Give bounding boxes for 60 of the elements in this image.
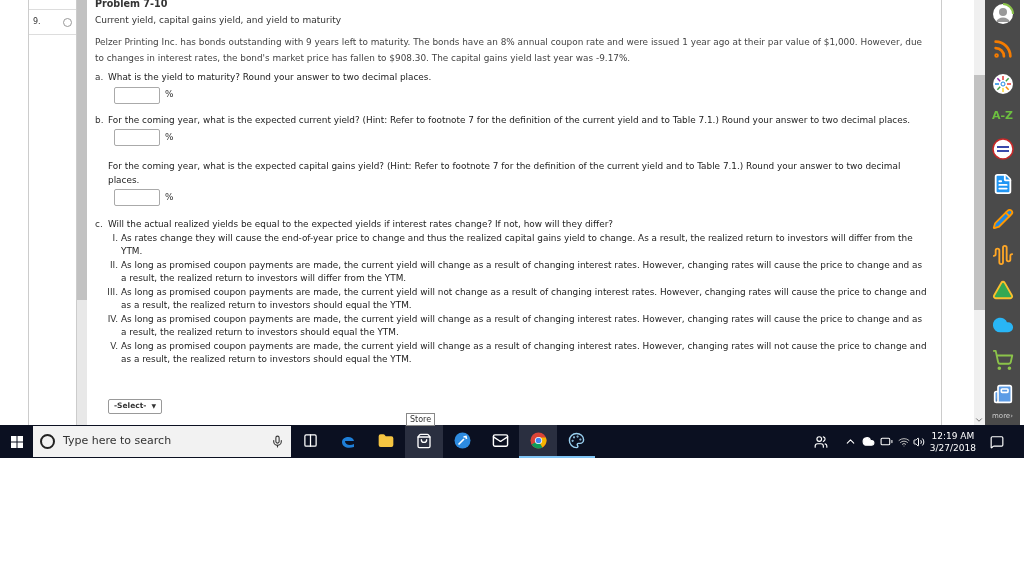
shopping-bag-icon — [416, 432, 432, 449]
option-numeral: V. — [109, 339, 119, 353]
battery-icon[interactable] — [879, 435, 893, 448]
taskbar-app[interactable] — [519, 425, 557, 458]
rss-icon — [991, 38, 1014, 61]
unit-label: % — [165, 88, 174, 102]
pinwheel-icon — [991, 73, 1014, 96]
part-label: b. — [95, 113, 105, 127]
answer-field[interactable] — [114, 86, 160, 104]
answer-field[interactable] — [114, 129, 160, 146]
unit-label: % — [165, 190, 174, 204]
problem-title: Problem 7-10 — [95, 0, 169, 11]
question-number: 9. — [33, 16, 41, 28]
wrench-circle-icon — [453, 432, 471, 449]
part-label: a. — [95, 71, 105, 84]
option-text: As long as promised coupon payments are made, the current yield will change as a result of changing interest rates. However, changing rates will not cause the price to change and as a result, the realized return to investors should equal the YTM. — [121, 339, 928, 366]
option-text: As long as promised coupon payments are made, the current yield will not change as a result of changing interest rates. However, changing rates will cause the price to change and as a result, the realized return to investors should equal the YTM. — [121, 285, 928, 312]
wave-icon — [991, 243, 1014, 266]
triangle-icon — [991, 278, 1014, 301]
radio-button[interactable] — [63, 17, 72, 27]
option-numeral: II. — [108, 258, 119, 272]
option-numeral: IV. — [106, 312, 119, 326]
option-numeral: III. — [106, 285, 119, 299]
mail-icon — [491, 432, 509, 449]
scrollbar-thumb[interactable] — [974, 75, 985, 310]
question-text: What is the yield to maturity? Round your answer to two decimal places. — [108, 71, 432, 84]
clock[interactable]: 12:19 AM 3/27/2018 — [929, 429, 976, 454]
folder-icon — [378, 432, 394, 449]
newspaper-icon — [992, 384, 1013, 405]
problem-subtitle: Current yield, capital gains yield, and yield to maturity — [95, 13, 343, 27]
scrollbar-thumb[interactable] — [77, 0, 87, 300]
option-text: As rates change they will cause the end-of-year price to change and thus the realized capital gains yield to change. As a result, the realized return to investors will differ from the YTM. — [121, 231, 914, 258]
question-text: Will the actual realized yields be equal to the expected yields if interest rates change? If not, how will they differ? — [108, 218, 613, 231]
question-text: For the coming year, what is the expected current yield? (Hint: Refer to footnote 7 for the definition of the current yield and to Table 7.1.) Round your answer to two decimal places. — [108, 113, 911, 127]
user-icon — [991, 3, 1014, 25]
pencil-icon — [991, 208, 1014, 231]
microphone-icon[interactable] — [271, 435, 284, 448]
unit-label: % — [165, 130, 174, 144]
seal-icon — [991, 138, 1014, 161]
option-text: As long as promised coupon payments are made, the current yield will change as a result of changing interest rates. However, changing rates will cause the price to change and as a result, the realized return to investors should equal the YTM. — [121, 312, 924, 339]
part-label: c. — [95, 218, 104, 231]
people-icon[interactable] — [813, 434, 828, 449]
volume-icon[interactable] — [912, 435, 925, 448]
wifi-icon[interactable] — [897, 435, 910, 448]
cloud-icon[interactable] — [861, 435, 875, 448]
option-text: As long as promised coupon payments are made, the current yield will change as a result of changing interest rates. However, changing rates will cause the price to change and as a result, the realized return to investors will differ from the YTM. — [121, 258, 924, 285]
store-tooltip: Store — [406, 413, 436, 426]
cart-icon — [991, 349, 1014, 372]
a-z-label: A-Z — [991, 108, 1014, 125]
option-numeral: I. — [111, 231, 119, 245]
question-text: For the coming year, what is the expected capital gains yield? (Hint: Refer to footnote 7 for the definition of the current yield and to Table 7.1.) Round your answer to two decimal places. — [108, 160, 902, 187]
palette-icon — [567, 432, 585, 449]
task-view-icon — [302, 433, 318, 448]
problem-description: Pelzer Printing Inc. has bonds outstanding with 9 years left to maturity. The bonds have an 8% annual coupon rate and were issued 1 year ago at their par value of $1,000. However, due to changes in interest rates, the bond's market price has fallen to $908.30. The capital gains yield last year was -9.17%. — [95, 36, 924, 65]
taskbar-app[interactable] — [405, 425, 443, 458]
windows-start-icon[interactable] — [10, 435, 23, 448]
browser-icon — [529, 432, 547, 449]
notification-icon[interactable] — [990, 434, 1004, 449]
search-field[interactable]: Type here to search — [33, 426, 291, 457]
answer-field[interactable] — [114, 189, 160, 206]
